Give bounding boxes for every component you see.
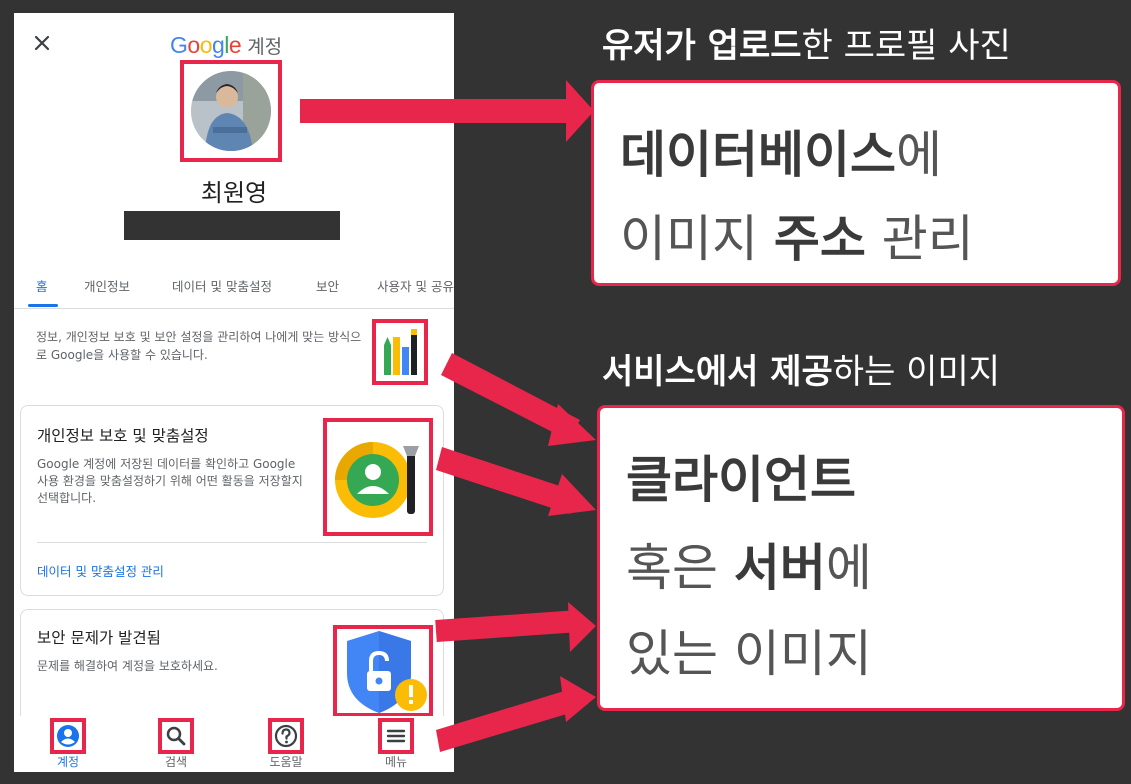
heading2-rest: 하는 이미지 (832, 352, 1001, 392)
security-card-title: 보안 문제가 발견됨 (37, 629, 161, 647)
nav-account-label: 계정 (56, 755, 80, 769)
arrow-privacy-icon (436, 447, 596, 516)
tools-illustration-icon (384, 329, 417, 375)
callout1-line1: 데이터베이스에 (620, 115, 942, 187)
intro-text: 정보, 개인정보 보호 및 보안 설정을 관리하여 나에게 맞는 방식으로 Go… (36, 330, 362, 362)
privacy-card-description: Google 계정에 저장된 데이터를 확인하고 Google 사용 환경을 맞… (37, 457, 303, 505)
bottom-navigation: 계정 검색 도움말 메뉴 (14, 716, 454, 772)
heading1-rest: 한 프로필 사진 (801, 26, 1011, 66)
tab-security[interactable]: 보안 (316, 276, 339, 295)
account-icon (57, 725, 79, 747)
search-icon (166, 726, 186, 746)
heading1-bold: 유저가 업로드 (602, 26, 802, 66)
nav-help-highlight (268, 718, 304, 754)
menu-icon (386, 729, 406, 743)
callout2-line3: 있는 이미지 (626, 625, 872, 683)
tab-bar: 홈 개인정보 데이터 및 맞춤설정 보안 사용자 및 공유 (14, 271, 454, 311)
google-account-logo: Google 계정 (170, 27, 282, 63)
tab-home[interactable]: 홈 (36, 276, 48, 295)
profile-photo-icon (191, 71, 271, 151)
callout-database: 데이터베이스에 이미지 주소 관리 (591, 80, 1121, 286)
active-tab-indicator (28, 304, 58, 307)
callout1-line2: 이미지 주소 관리 (620, 199, 974, 271)
annotation-heading-uploaded: 유저가 업로드한 프로필 사진 (602, 18, 1011, 67)
manage-data-link[interactable]: 데이터 및 맞춤설정 관리 (37, 561, 164, 580)
nav-search-label: 검색 (164, 755, 188, 769)
arrow-intro-icon (441, 353, 596, 446)
callout1-line2-b: 관리 (865, 210, 974, 268)
callout1-line1-rest: 에 (896, 126, 942, 184)
avatar[interactable] (191, 71, 271, 151)
arrow-menu-icon (436, 676, 596, 752)
privacy-illustration-highlight (323, 418, 433, 536)
callout2-line2: 혹은 서버에 (626, 528, 872, 600)
security-card-description: 문제를 해결하여 계정을 보호하세요. (37, 659, 218, 673)
google-logo: Google (170, 31, 242, 58)
tab-people-sharing[interactable]: 사용자 및 공유 (377, 276, 454, 295)
nav-help-label: 도움말 (269, 755, 303, 769)
nav-menu-label: 메뉴 (384, 755, 408, 769)
arrow-security-icon (435, 602, 596, 652)
callout-client-server: 클라이언트 혹은 서버에 있는 이미지 (597, 405, 1125, 711)
security-illustration-highlight (333, 625, 433, 717)
privacy-personalization-icon (335, 442, 419, 518)
google-account-screen: Google 계정 최원영 홈 개인정보 데이터 및 맞춤설정 보안 사용자 및… (14, 13, 454, 772)
tab-divider (14, 308, 454, 309)
callout1-line2-bold: 주소 (773, 210, 866, 268)
close-icon[interactable] (32, 33, 52, 53)
card-divider (37, 542, 427, 543)
avatar-highlight-box (180, 60, 282, 162)
account-label: 계정 (247, 35, 283, 58)
callout2-line1: 클라이언트 (626, 440, 856, 512)
callout2-line2-a: 혹은 (626, 539, 734, 597)
callout1-line2-a: 이미지 (620, 210, 774, 268)
tab-personal-info[interactable]: 개인정보 (84, 276, 130, 295)
heading2-bold: 서비스에서 제공 (602, 352, 833, 392)
nav-menu-highlight (378, 718, 414, 754)
callout2-line2-b: 에 (825, 539, 872, 597)
nav-account-highlight (50, 718, 86, 754)
nav-search-highlight (158, 718, 194, 754)
annotation-heading-service: 서비스에서 제공하는 이미지 (602, 344, 1000, 393)
callout2-line2-bold: 서버 (733, 539, 826, 597)
redacted-email (124, 211, 340, 240)
callout1-line1-bold: 데이터베이스 (620, 126, 896, 184)
shield-lock-icon (347, 631, 427, 713)
callout2-line1-bold: 클라이언트 (626, 451, 856, 509)
user-name: 최원영 (200, 179, 268, 207)
privacy-card-title: 개인정보 보호 및 맞춤설정 (37, 427, 209, 445)
intro-illustration-highlight (372, 319, 428, 385)
help-icon (274, 724, 298, 748)
tab-data-personalization[interactable]: 데이터 및 맞춤설정 (172, 276, 272, 295)
